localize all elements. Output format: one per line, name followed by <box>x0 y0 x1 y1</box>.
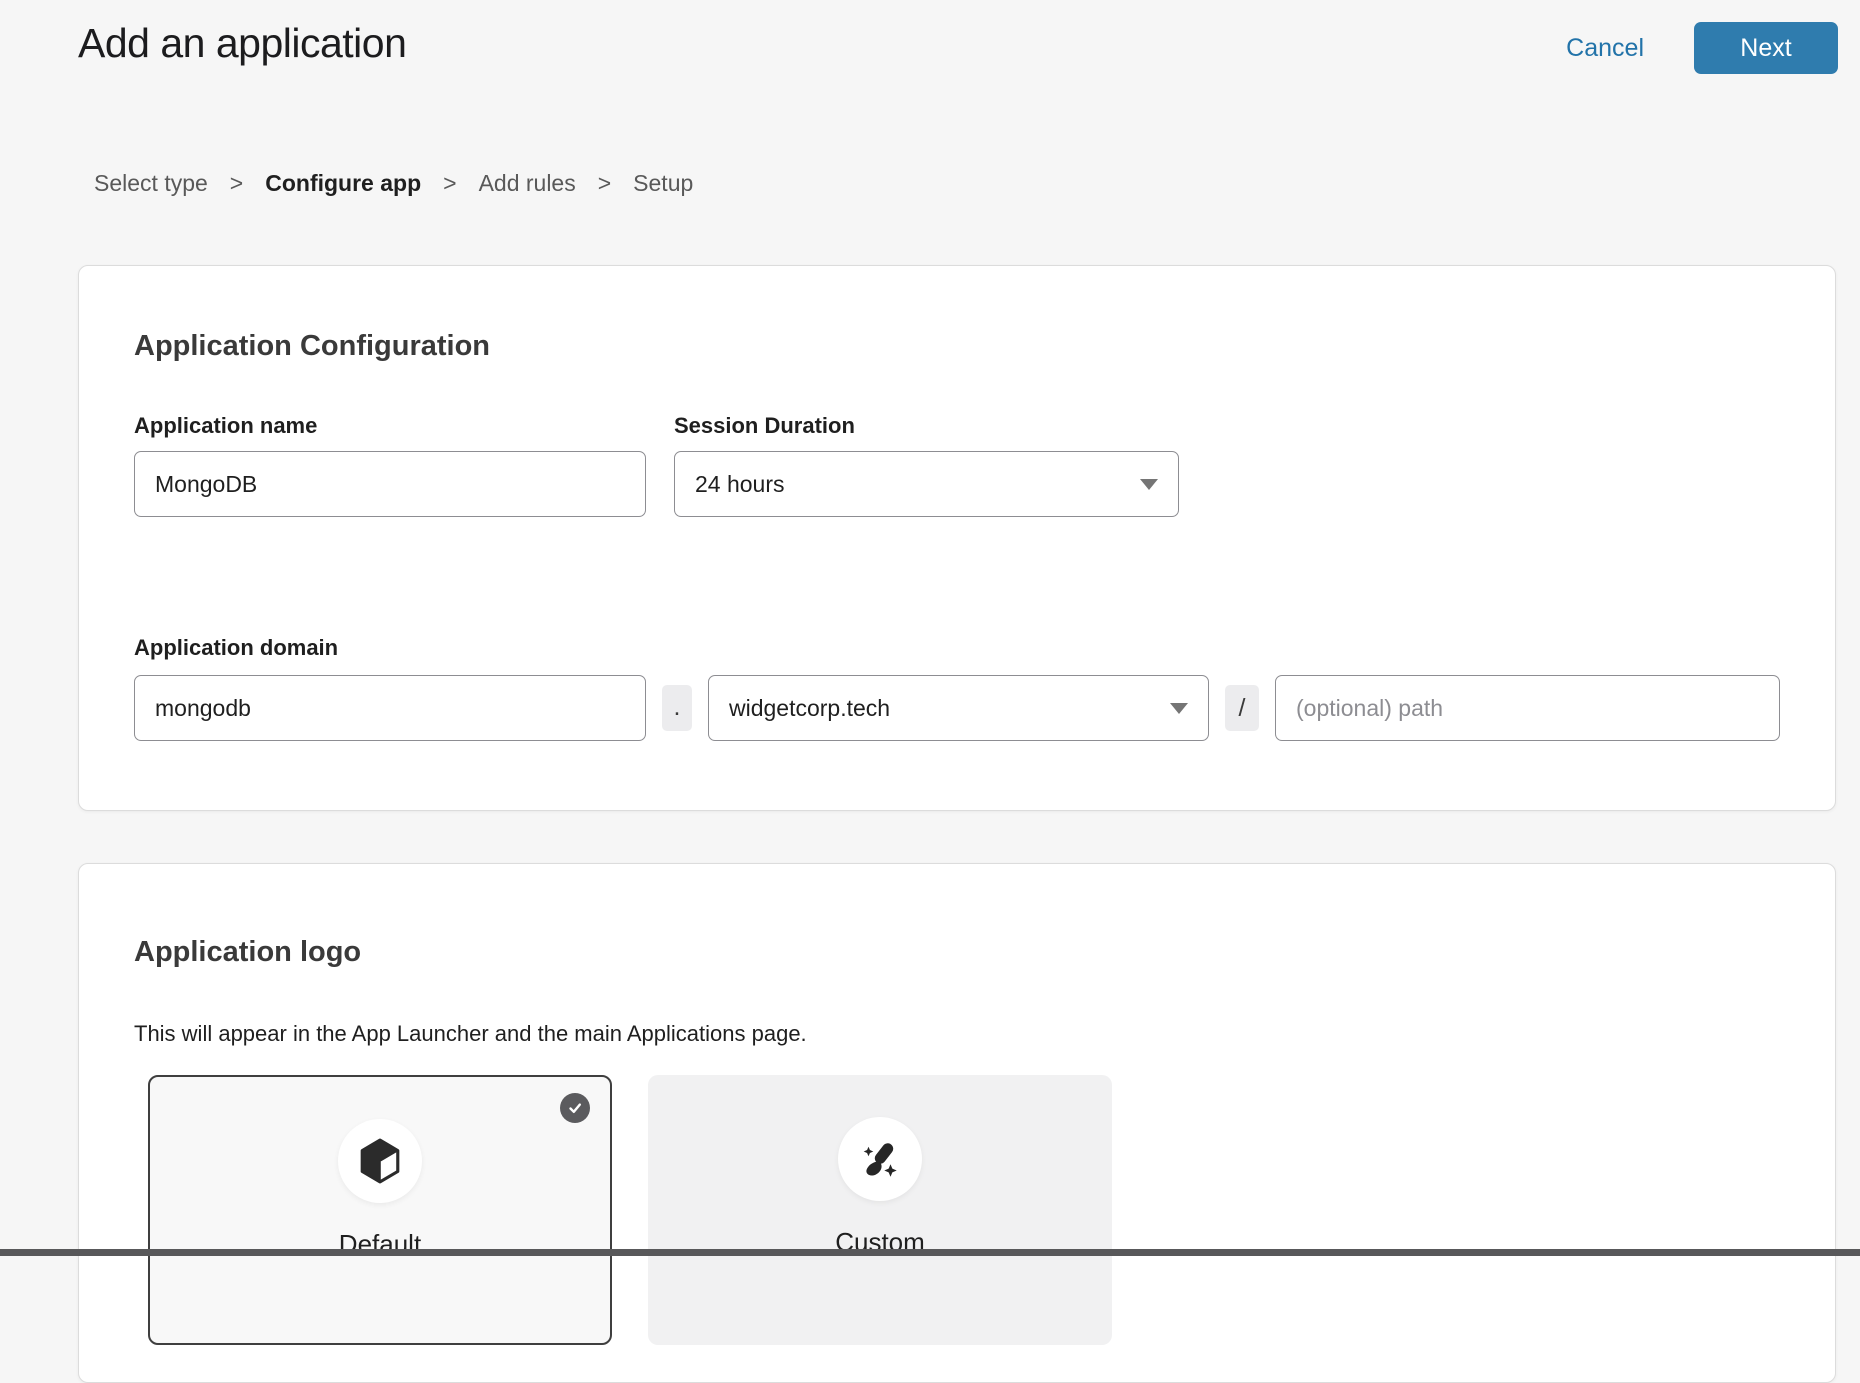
step-separator: > <box>598 170 611 197</box>
check-icon <box>567 1100 583 1116</box>
application-name-label: Application name <box>134 413 646 439</box>
logo-option-default[interactable]: Default <box>148 1075 612 1345</box>
step-select-type[interactable]: Select type <box>94 170 208 197</box>
slash-separator: / <box>1225 685 1259 731</box>
application-name-input[interactable] <box>134 451 646 517</box>
topbar-actions: Cancel Next <box>1566 20 1838 74</box>
chevron-down-icon <box>1170 703 1188 714</box>
application-logo-description: This will appear in the App Launcher and… <box>134 1021 1780 1047</box>
custom-logo-circle <box>838 1117 922 1201</box>
logo-option-custom[interactable]: Custom <box>648 1075 1112 1345</box>
session-duration-value: 24 hours <box>695 471 785 498</box>
cube-icon <box>359 1138 401 1184</box>
page-title: Add an application <box>78 20 406 67</box>
domain-value: widgetcorp.tech <box>729 695 890 722</box>
step-add-rules[interactable]: Add rules <box>479 170 576 197</box>
selected-check-badge <box>560 1093 590 1123</box>
cancel-button[interactable]: Cancel <box>1566 34 1644 63</box>
application-configuration-heading: Application Configuration <box>134 330 1780 363</box>
next-button[interactable]: Next <box>1694 22 1838 74</box>
default-logo-circle <box>338 1119 422 1203</box>
path-input[interactable] <box>1275 675 1780 741</box>
chevron-down-icon <box>1140 479 1158 490</box>
top-bar: Add an application Cancel Next <box>0 0 1860 74</box>
application-logo-heading: Application logo <box>134 936 1780 969</box>
application-configuration-card: Application Configuration Application na… <box>78 265 1836 811</box>
config-labels-row: Application name Session Duration <box>134 413 1780 439</box>
application-domain-label: Application domain <box>134 635 1780 661</box>
logo-options: Default Custom <box>148 1075 1780 1345</box>
session-duration-select[interactable]: 24 hours <box>674 451 1179 517</box>
bottom-window-edge <box>0 1249 1860 1256</box>
step-configure-app[interactable]: Configure app <box>265 170 421 197</box>
session-duration-label: Session Duration <box>674 413 855 439</box>
config-fields-row: 24 hours <box>134 451 1780 517</box>
application-domain-row: . widgetcorp.tech / <box>134 675 1780 741</box>
breadcrumb: Select type > Configure app > Add rules … <box>0 170 1860 197</box>
step-separator: > <box>443 170 456 197</box>
paintbrush-icon <box>856 1135 904 1183</box>
dot-separator: . <box>662 685 692 731</box>
step-setup[interactable]: Setup <box>633 170 693 197</box>
subdomain-input[interactable] <box>134 675 646 741</box>
domain-select[interactable]: widgetcorp.tech <box>708 675 1209 741</box>
step-separator: > <box>230 170 243 197</box>
application-logo-card: Application logo This will appear in the… <box>78 863 1836 1383</box>
